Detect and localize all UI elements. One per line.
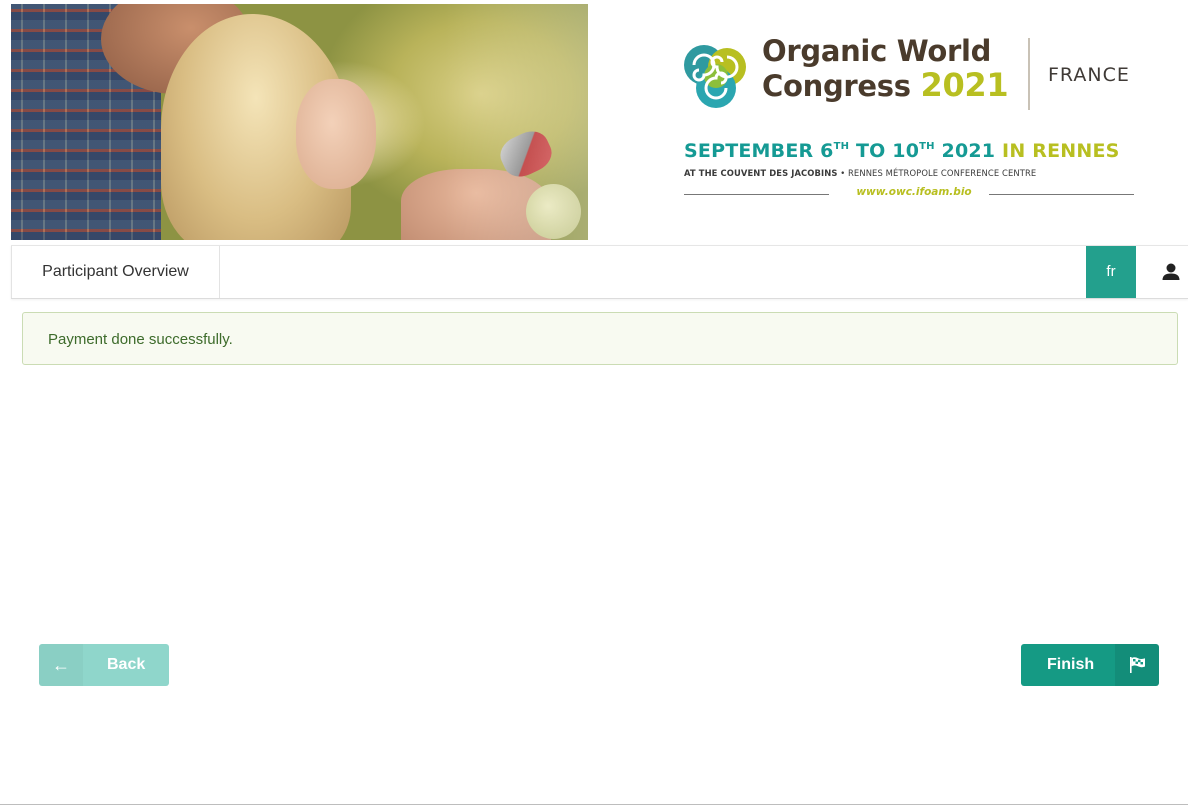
footer-divider (0, 804, 1188, 805)
finish-button[interactable]: Finish (1021, 644, 1159, 686)
event-url-row: www.owc.ifoam.bio (684, 186, 1134, 202)
user-icon (1162, 263, 1180, 280)
user-menu-button[interactable] (1155, 246, 1188, 298)
alert-message: Payment done successfully. (48, 331, 233, 348)
triskelion-logo-icon (684, 45, 746, 108)
language-toggle-button[interactable]: fr (1086, 246, 1136, 298)
logo-country: FRANCE (1048, 64, 1130, 86)
header-banner: Organic World Congress 2021 FRANCE SEPTE… (0, 0, 1188, 244)
event-dates: SEPTEMBER 6TH TO 10TH 2021 IN RENNES (684, 140, 1120, 162)
event-venue: AT THE COUVENT DES JACOBINS • RENNES MÉT… (684, 168, 1037, 178)
arrow-left-icon: ← (39, 644, 83, 686)
success-alert: Payment done successfully. (22, 312, 1178, 365)
finish-button-label: Finish (1047, 656, 1095, 673)
top-navbar: Participant Overview fr (11, 245, 1188, 299)
back-button[interactable]: ← Back (39, 644, 169, 686)
event-url: www.owc.ifoam.bio (856, 186, 972, 198)
flag-checkered-icon (1115, 644, 1159, 686)
event-logo: Organic World Congress 2021 FRANCE SEPTE… (680, 34, 1140, 204)
back-button-label: Back (107, 656, 146, 673)
logo-title: Organic World Congress 2021 (762, 34, 1009, 104)
logo-divider (1028, 38, 1030, 110)
nav-participant-overview[interactable]: Participant Overview (11, 246, 220, 298)
banner-photo (11, 4, 588, 240)
